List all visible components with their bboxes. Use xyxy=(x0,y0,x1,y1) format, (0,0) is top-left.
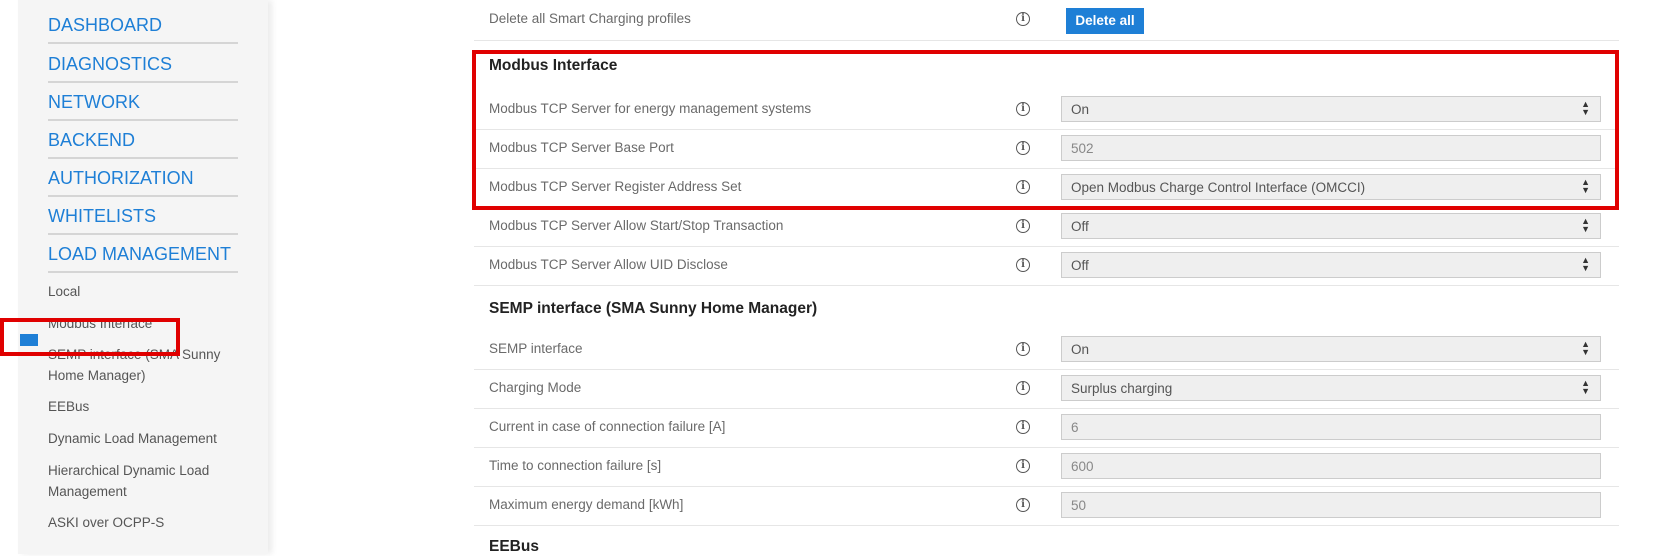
modbus-allow-uid-select[interactable]: Off ▲ ▼ xyxy=(1061,252,1601,278)
select-value: Surplus charging xyxy=(1071,381,1173,396)
section-title-semp: SEMP interface (SMA Sunny Home Manager) xyxy=(489,300,818,317)
setting-label: Maximum energy demand [kWh] xyxy=(489,497,684,512)
sidebar-item-local[interactable]: Local xyxy=(48,281,238,302)
semp-interface-select[interactable]: On ▲ ▼ xyxy=(1061,336,1601,362)
sidebar-item-aski-over-ocpp-s[interactable]: ASKI over OCPP-S xyxy=(48,512,238,533)
max-energy-demand-input[interactable]: 50 xyxy=(1061,492,1601,518)
settings-row-delete-profiles: Delete all Smart Charging profiles i Del… xyxy=(474,0,1619,41)
nav-authorization[interactable]: AUTHORIZATION xyxy=(48,167,238,197)
select-value: Off xyxy=(1071,258,1089,273)
settings-row: Modbus TCP Server Allow Start/Stop Trans… xyxy=(474,207,1619,247)
delete-all-button[interactable]: Delete all xyxy=(1066,8,1144,34)
info-icon[interactable]: i xyxy=(1016,459,1030,473)
time-to-failure-input[interactable]: 600 xyxy=(1061,453,1601,479)
modbus-allow-start-stop-select[interactable]: Off ▲ ▼ xyxy=(1061,213,1601,239)
select-value: Off xyxy=(1071,219,1089,234)
sort-arrows-icon: ▲ ▼ xyxy=(1581,378,1590,396)
select-value: On xyxy=(1071,342,1090,357)
current-on-failure-input[interactable]: 6 xyxy=(1061,414,1601,440)
setting-label: Time to connection failure [s] xyxy=(489,458,662,473)
setting-label: Charging Mode xyxy=(489,380,582,395)
settings-row: Maximum energy demand [kWh] i 50 xyxy=(474,486,1619,526)
section-title-eebus: EEBus xyxy=(489,538,539,555)
info-icon[interactable]: i xyxy=(1016,258,1030,272)
nav-backend[interactable]: BACKEND xyxy=(48,129,238,159)
settings-row: Charging Mode i Surplus charging ▲ ▼ xyxy=(474,369,1619,409)
settings-row: SEMP interface i On ▲ ▼ xyxy=(474,330,1619,370)
setting-label: SEMP interface xyxy=(489,341,583,356)
info-icon[interactable]: i xyxy=(1016,342,1030,356)
sort-arrows-icon: ▲ ▼ xyxy=(1581,255,1590,273)
setting-label: Modbus TCP Server Allow UID Disclose xyxy=(489,257,728,272)
info-icon[interactable]: i xyxy=(1016,12,1030,26)
nav-dashboard[interactable]: DASHBOARD xyxy=(48,14,238,44)
sidebar: DASHBOARD DIAGNOSTICS NETWORK BACKEND AU… xyxy=(18,0,268,554)
setting-label: Modbus TCP Server Allow Start/Stop Trans… xyxy=(489,218,784,233)
settings-row: Time to connection failure [s] i 600 xyxy=(474,447,1619,487)
nav-load-management[interactable]: LOAD MANAGEMENT xyxy=(48,243,238,273)
sidebar-item-hierarchical-dlm[interactable]: Hierarchical Dynamic Load Management xyxy=(48,460,238,502)
sort-arrows-icon: ▲ ▼ xyxy=(1581,216,1590,234)
sidebar-highlight-box xyxy=(0,318,180,356)
info-icon[interactable]: i xyxy=(1016,498,1030,512)
nav-whitelists[interactable]: WHITELISTS xyxy=(48,205,238,235)
charging-mode-select[interactable]: Surplus charging ▲ ▼ xyxy=(1061,375,1601,401)
modbus-highlight-box xyxy=(472,50,1619,210)
sidebar-item-eebus[interactable]: EEBus xyxy=(48,396,238,417)
sort-arrows-icon: ▲ ▼ xyxy=(1581,339,1590,357)
nav-diagnostics[interactable]: DIAGNOSTICS xyxy=(48,53,238,83)
nav-network[interactable]: NETWORK xyxy=(48,91,238,121)
sidebar-item-dynamic-load-management[interactable]: Dynamic Load Management xyxy=(48,428,238,449)
setting-label: Delete all Smart Charging profiles xyxy=(489,11,691,26)
setting-label: Current in case of connection failure [A… xyxy=(489,419,726,434)
info-icon[interactable]: i xyxy=(1016,381,1030,395)
info-icon[interactable]: i xyxy=(1016,420,1030,434)
settings-row: Current in case of connection failure [A… xyxy=(474,408,1619,448)
settings-row: Modbus TCP Server Allow UID Disclose i O… xyxy=(474,246,1619,286)
info-icon[interactable]: i xyxy=(1016,219,1030,233)
